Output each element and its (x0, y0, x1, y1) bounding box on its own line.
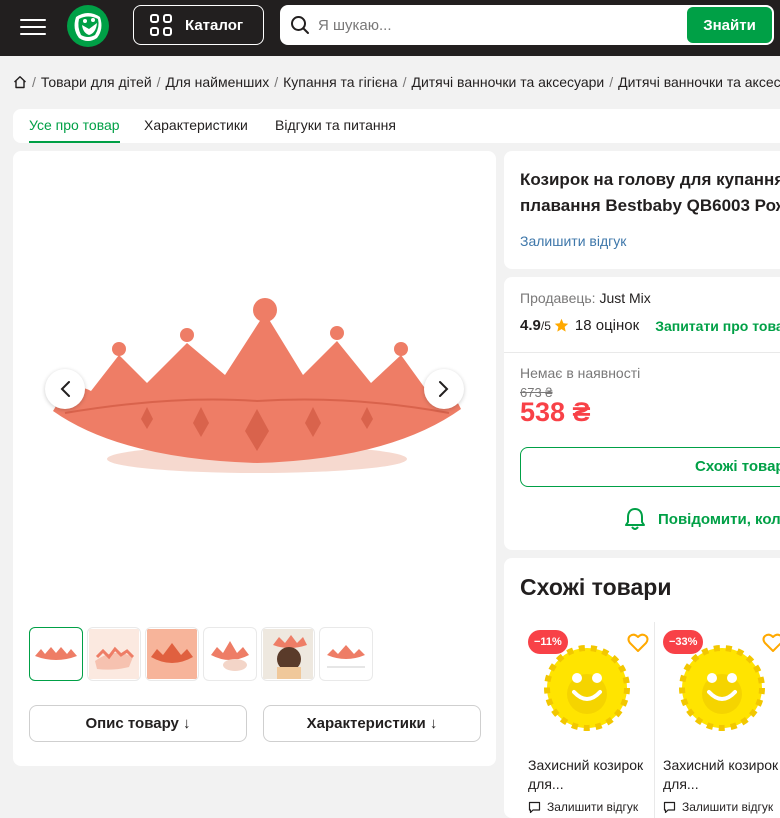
search-icon (291, 16, 309, 34)
ask-seller-link[interactable]: Запитати про товар (655, 318, 780, 334)
similar-products-card: Схожі товари −11% Захисний козирок для..… (504, 558, 780, 818)
product-tabs: Усе про товар Характеристики Відгуки та … (13, 109, 780, 143)
product-title-line: плавання Bestbaby QB6003 Рожевий (520, 196, 780, 215)
header: Каталог Знайти (0, 0, 780, 56)
breadcrumb-item[interactable]: Товари для дітей (41, 74, 152, 90)
leave-review-label: Залишити відгук (682, 800, 774, 814)
breadcrumb-separator: / (609, 74, 614, 90)
comment-icon (528, 801, 541, 813)
breadcrumb-separator: / (156, 74, 161, 90)
rating-max: /5 (540, 318, 551, 333)
product-gallery: Опис товару ↓ Характеристики ↓ (13, 151, 496, 766)
logo-icon[interactable] (67, 5, 109, 47)
rating-score: 4.9 (520, 317, 541, 334)
catalog-label: Каталог (185, 16, 244, 34)
home-icon[interactable] (13, 75, 27, 89)
search-bar: Знайти (280, 5, 774, 45)
breadcrumb-item[interactable]: Дитячі ванночки та аксесуари (411, 74, 604, 90)
notify-button[interactable]: Повідомити, коли з'явиться (624, 507, 780, 531)
leave-review-label: Залишити відгук (547, 800, 639, 814)
leave-review-link[interactable]: Залишити відгук (528, 800, 638, 814)
tab-characteristics[interactable]: Характеристики (144, 109, 248, 143)
chevron-left-icon (60, 381, 70, 397)
thumbnail[interactable] (261, 627, 315, 681)
thumbnail-strip (29, 627, 377, 681)
leave-review-link[interactable]: Залишити відгук (663, 800, 773, 814)
next-image-button[interactable] (424, 369, 464, 409)
product-image[interactable] (51, 291, 463, 481)
thumbnail[interactable] (87, 627, 141, 681)
product-thumbnail[interactable] (542, 642, 632, 742)
seller-card: Продавець: Just Mix 4.9 /5 18 оцінок Зап… (504, 277, 780, 550)
prev-image-button[interactable] (45, 369, 85, 409)
thumbnail[interactable] (203, 627, 257, 681)
bell-icon (625, 508, 645, 530)
thumbnail[interactable] (145, 627, 199, 681)
breadcrumb-item[interactable]: Для найменших (166, 74, 270, 90)
breadcrumb-item[interactable]: Купання та гігієна (283, 74, 397, 90)
product-thumbnail[interactable] (677, 642, 767, 742)
similar-products-button[interactable]: Схожі товари (520, 447, 780, 487)
search-button[interactable]: Знайти (687, 7, 772, 43)
chevron-right-icon (439, 381, 449, 397)
breadcrumb-separator: / (402, 74, 407, 90)
similar-product[interactable]: −11% Захисний козирок для... Залишити ві… (520, 622, 649, 818)
product-title-card: Козирок на голову для купання та плаванн… (504, 151, 780, 269)
seller-info: Продавець: Just Mix (520, 290, 651, 306)
catalog-button[interactable]: Каталог (133, 5, 264, 45)
tab-reviews[interactable]: Відгуки та питання (275, 109, 396, 143)
current-price: 538 ₴ (520, 397, 591, 427)
similar-product[interactable]: −33% Захисний козирок для... Залишити ві… (655, 622, 780, 818)
star-icon (554, 318, 569, 332)
notify-label: Повідомити, коли з'явиться (658, 510, 780, 528)
breadcrumb-item[interactable]: Дитячі ванночки та аксесуари (618, 74, 780, 90)
description-button[interactable]: Опис товару ↓ (29, 705, 247, 742)
divider (504, 352, 780, 353)
comment-icon (663, 801, 676, 813)
breadcrumb: / Товари для дітей / Для найменших / Куп… (13, 72, 780, 92)
similar-products-label: Схожі товари (695, 458, 780, 475)
product-name[interactable]: Захисний козирок для... (528, 756, 646, 794)
breadcrumb-separator: / (32, 74, 36, 90)
search-input[interactable] (318, 5, 678, 45)
menu-icon[interactable] (20, 14, 46, 38)
thumbnail[interactable] (319, 627, 373, 681)
product-name[interactable]: Захисний козирок для... (663, 756, 780, 794)
seller-label: Продавець: (520, 290, 596, 306)
reviews-count[interactable]: 18 оцінок (575, 317, 639, 334)
availability-status: Немає в наявності (520, 365, 641, 381)
breadcrumb-separator: / (274, 74, 279, 90)
similar-products-title: Схожі товари (520, 574, 672, 600)
characteristics-button[interactable]: Характеристики ↓ (263, 705, 481, 742)
seller-name[interactable]: Just Mix (599, 290, 650, 306)
tab-all-about[interactable]: Усе про товар (29, 109, 120, 143)
leave-review-link[interactable]: Залишити відгук (520, 233, 626, 249)
product-title: Козирок на голову для купання та плаванн… (520, 167, 780, 219)
grid-icon (150, 14, 172, 36)
seller-rating: 4.9 /5 18 оцінок Запитати про товар (520, 317, 780, 334)
product-title-line: Козирок на голову для купання та (520, 170, 780, 189)
thumbnail[interactable] (29, 627, 83, 681)
